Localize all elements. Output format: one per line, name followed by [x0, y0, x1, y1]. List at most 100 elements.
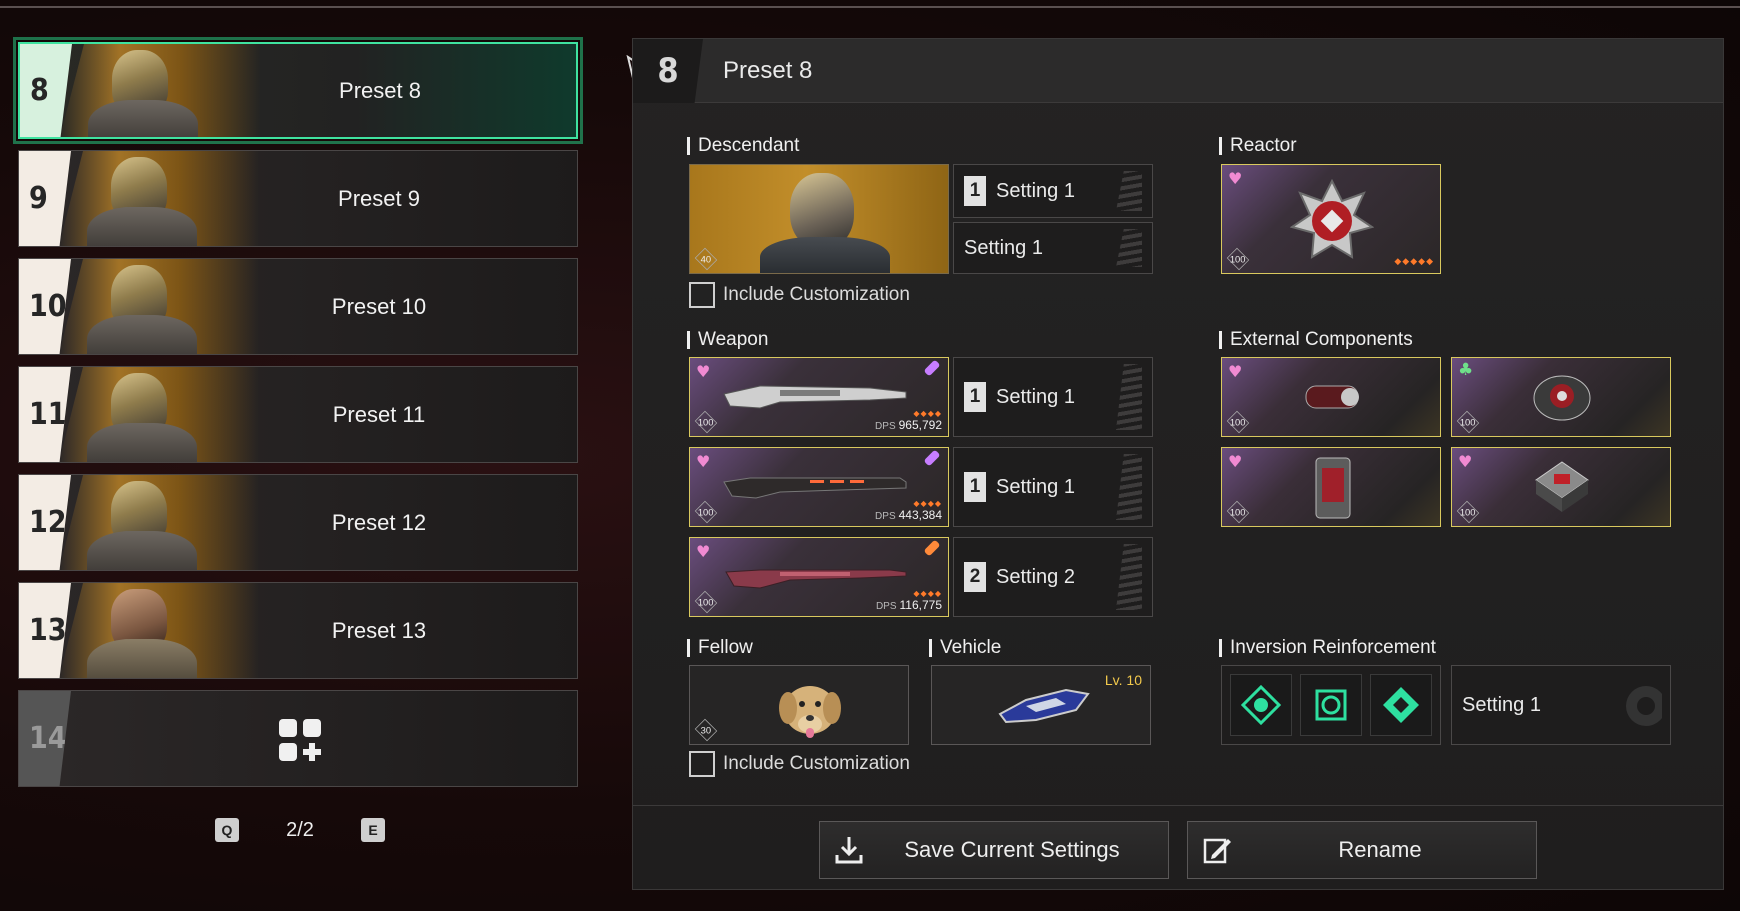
preset-item-13[interactable]: 13 Preset 13 [18, 582, 578, 679]
weapon-type-icon [923, 449, 941, 467]
setting-label: Setting 1 [996, 179, 1075, 202]
rarity-stars: ◆◆◆◆◆ [1394, 257, 1434, 267]
preset-label: Preset 13 [331, 617, 427, 643]
weapon-dps: DPS 443,384 [875, 508, 942, 522]
setting-label: Setting 1 [996, 475, 1075, 498]
weapon-setting-3[interactable]: 2 Setting 2 [953, 537, 1153, 617]
page-indicator: 2/2 [286, 818, 314, 841]
reactor-card[interactable]: ♥ ◆◆◆◆◆ 100 [1221, 164, 1441, 274]
descendant-card[interactable]: 40 [689, 164, 949, 274]
descendant-portrait [59, 151, 259, 246]
panel-header: 8 Preset 8 [633, 39, 1723, 103]
section-title-external-components: External Components [1219, 330, 1413, 349]
level-badge: 100 [694, 590, 718, 614]
heart-icon: ♥ [1458, 452, 1473, 471]
preset-item-12[interactable]: 12 Preset 12 [18, 474, 578, 571]
checkbox-label: Include Customization [723, 284, 910, 305]
inversion-icon-1 [1230, 674, 1292, 736]
fellow-card[interactable]: 30 [689, 665, 909, 745]
weapon-type-icon [923, 359, 941, 377]
reactor-icon [1290, 179, 1374, 259]
level-badge: 40 [694, 247, 718, 271]
weapon-setting-1[interactable]: 1 Setting 1 [953, 357, 1153, 437]
weapon-image [723, 477, 907, 499]
preset-item-10[interactable]: 10 Preset 10 [18, 258, 578, 355]
level-badge: 30 [694, 718, 718, 742]
preset-label: Preset 12 [331, 509, 427, 535]
external-component-2[interactable]: ♣ 100 [1451, 357, 1671, 437]
component-icon [1535, 461, 1589, 512]
weapon-image [725, 569, 907, 589]
button-label: Save Current Settings [904, 837, 1120, 862]
inversion-icon-3 [1370, 674, 1432, 736]
level-badge: 100 [694, 500, 718, 524]
inversion-icons-card[interactable] [1221, 665, 1441, 745]
weapon-setting-2[interactable]: 1 Setting 1 [953, 447, 1153, 527]
include-customization-checkbox[interactable] [689, 282, 715, 308]
weapon-dps: DPS 116,775 [875, 598, 942, 612]
save-current-settings-button[interactable]: Save Current Settings [819, 821, 1169, 879]
heart-icon: ♥ [696, 452, 711, 471]
footer-divider [633, 805, 1723, 806]
prev-page-key[interactable]: Q [215, 818, 239, 842]
section-title-weapon: Weapon [687, 330, 768, 349]
panel-preset-number: 8 [633, 39, 703, 103]
level-badge: 100 [1226, 410, 1250, 434]
section-title-reactor: Reactor [1219, 136, 1297, 155]
vehicle-card[interactable]: Lv. 10 [931, 665, 1151, 745]
weapon-card-3[interactable]: ♥ ◆◆◆◆ DPS 116,775 100 [689, 537, 949, 617]
external-component-1[interactable]: ♥ 100 [1221, 357, 1441, 437]
section-title-descendant: Descendant [687, 136, 799, 155]
setting-number-badge: 2 [964, 562, 986, 592]
weapon-card-1[interactable]: ♥ ◆◆◆◆ DPS 965,792 100 [689, 357, 949, 437]
setting-number-badge: 1 [964, 472, 986, 502]
weapon-dps: DPS 965,792 [875, 418, 942, 432]
heart-icon: ♥ [696, 362, 711, 381]
level-badge: 100 [1456, 500, 1480, 524]
descendant-setting-2[interactable]: Setting 1 [953, 222, 1153, 274]
external-component-4[interactable]: ♥ 100 [1451, 447, 1671, 527]
inversion-deco-icon [1626, 686, 1662, 726]
preset-item-11[interactable]: 11 Preset 11 [18, 366, 578, 463]
include-customization-checkbox[interactable] [689, 751, 715, 777]
level-badge: 100 [1226, 247, 1250, 271]
preset-item-9[interactable]: 9 Preset 9 [18, 150, 578, 247]
preset-item-8[interactable]: 8 Preset 8 [13, 37, 583, 144]
add-preset-icon [279, 719, 321, 761]
section-title-fellow: Fellow [687, 638, 753, 657]
level-badge: 100 [1226, 500, 1250, 524]
rename-button[interactable]: Rename [1187, 821, 1537, 879]
heart-icon: ♥ [1228, 169, 1243, 188]
heart-icon: ♥ [696, 542, 711, 561]
club-icon: ♣ [1458, 360, 1474, 380]
setting-label: Setting 1 [1462, 693, 1541, 716]
preset-item-14-empty[interactable]: 14 [18, 690, 578, 787]
descendant-include-customization[interactable]: Include Customization [689, 282, 910, 308]
edit-icon [1203, 838, 1231, 864]
descendant-portrait [60, 44, 260, 137]
next-page-key[interactable]: E [361, 818, 385, 842]
setting-number-badge: 1 [964, 176, 986, 206]
top-divider [0, 6, 1740, 8]
rarity-stars: ◆◆◆◆ [913, 589, 942, 598]
level-badge: 100 [1456, 410, 1480, 434]
preset-label: Preset 11 [332, 401, 426, 427]
preset-detail-panel: 8 Preset 8 Descendant 40 1 Setting 1 Set… [632, 38, 1724, 890]
descendant-portrait [59, 259, 259, 354]
preset-label: Preset 9 [338, 185, 420, 211]
pager: Q 2/2 E [215, 815, 385, 845]
setting-number-badge: 1 [964, 382, 986, 412]
setting-label: Setting 1 [996, 385, 1075, 408]
inversion-setting[interactable]: Setting 1 [1451, 665, 1671, 745]
preset-label: Preset 8 [339, 77, 421, 103]
vehicle-level: Lv. 10 [1104, 672, 1142, 688]
descendant-portrait [59, 475, 259, 570]
heart-icon: ♥ [1228, 362, 1243, 381]
preset-list: 8 Preset 8 9 Preset 9 10 Preset 10 11 Pr… [13, 37, 583, 798]
fellow-include-customization[interactable]: Include Customization [689, 751, 910, 777]
descendant-setting-1[interactable]: 1 Setting 1 [953, 164, 1153, 218]
component-icon [1305, 385, 1359, 409]
external-component-3[interactable]: ♥ 100 [1221, 447, 1441, 527]
weapon-card-2[interactable]: ♥ ◆◆◆◆ DPS 443,384 100 [689, 447, 949, 527]
panel-title: Preset 8 [723, 57, 813, 84]
